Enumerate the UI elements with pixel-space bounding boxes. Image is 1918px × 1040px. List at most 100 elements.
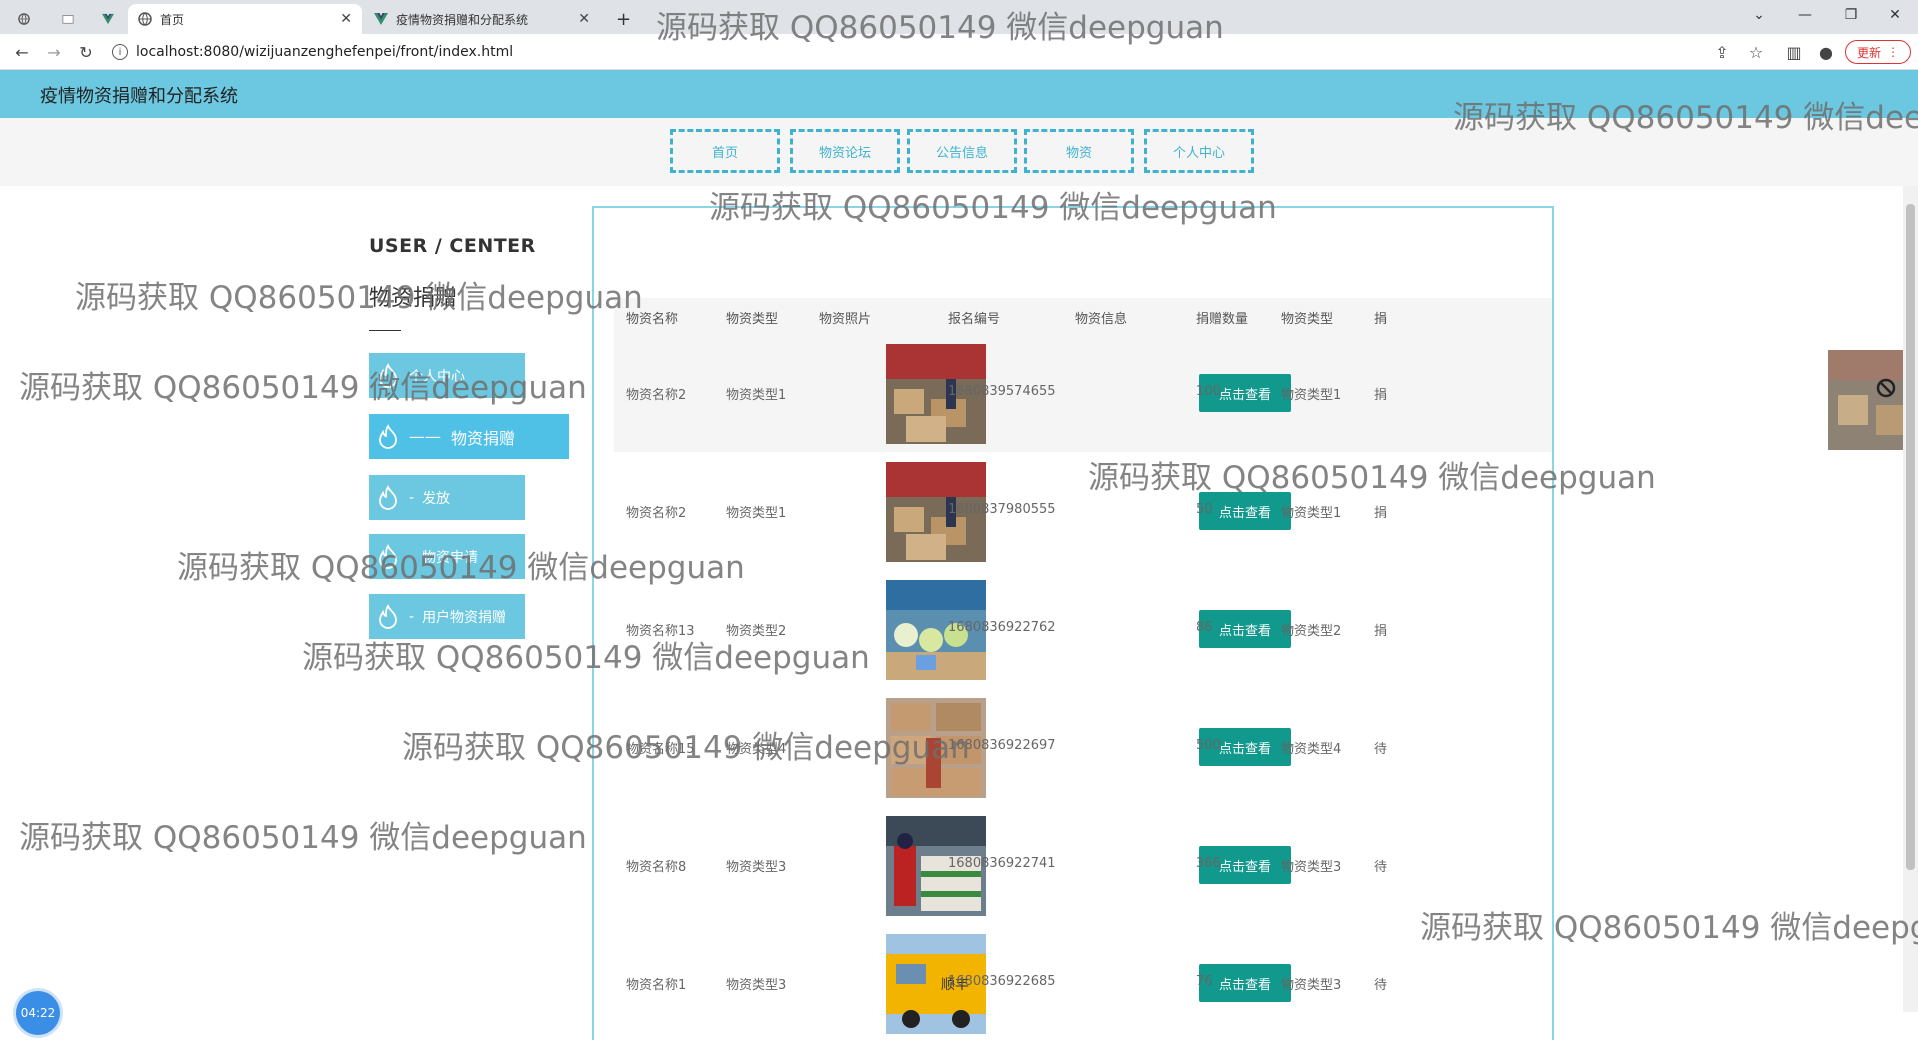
cell-code: 1680836922685	[948, 974, 1056, 989]
nav-supplies[interactable]: 物资	[1024, 129, 1134, 173]
cell-type: 物资类型2	[726, 624, 787, 639]
column-header: 物资信息	[1075, 312, 1128, 327]
cell-code: 1680837980555	[948, 502, 1056, 517]
column-header: 物资名称	[626, 312, 679, 327]
cell-extra: 捐	[1374, 624, 1388, 639]
cell-code: 1680836922762	[948, 620, 1056, 635]
sidebar-item-user-center[interactable]: 个人中心	[369, 353, 525, 398]
url-text: localhost:8080/wizijuanzenghefenpei/fron…	[136, 44, 514, 60]
flame-icon	[379, 543, 397, 569]
globe-icon	[138, 12, 152, 26]
sidebar-item-application[interactable]: - 物资申请	[369, 534, 525, 579]
watermark: 源码获取 QQ86050149 微信deepguan	[75, 280, 643, 316]
forward-arrow-icon[interactable]: →	[42, 40, 66, 64]
table-row: 物资名称13 物资类型2 1680836922762 点击查看 86 物资类型2…	[614, 570, 1552, 688]
address-bar: ← → ↻ i localhost:8080/wizijuanzenghefen…	[0, 34, 1918, 70]
sidebar-item-prefix: -	[409, 608, 415, 625]
view-details-button[interactable]: 点击查看	[1199, 964, 1291, 1002]
cell-extra: 捐	[1374, 506, 1388, 521]
reload-icon[interactable]: ↻	[74, 40, 98, 64]
cell-code: 1680839574655	[948, 384, 1056, 399]
url-field[interactable]: i localhost:8080/wizijuanzenghefenpei/fr…	[112, 39, 1712, 65]
view-details-button[interactable]: 点击查看	[1199, 610, 1291, 648]
browser-tab-strip: 首页 ✕ 疫情物资捐赠和分配系统 ✕ + ⌄ — ❐ ✕	[0, 0, 1918, 34]
divider	[369, 330, 401, 331]
sidebar-item-user-donation[interactable]: - 用户物资捐赠	[369, 594, 525, 639]
nav-forum[interactable]: 物资论坛	[790, 129, 900, 173]
restore-button[interactable]: ❐	[1828, 0, 1874, 30]
column-header: 捐	[1374, 312, 1388, 327]
sidebar-item-label: 物资申请	[422, 549, 479, 566]
site-header: 疫情物资捐赠和分配系统	[0, 70, 1918, 118]
info-icon[interactable]: i	[112, 44, 128, 60]
sidebar-item-prefix: -	[409, 489, 415, 506]
watermark: 源码获取 QQ86050149 微信deepguan	[19, 820, 587, 856]
cell-quantity: 86	[1196, 620, 1213, 635]
cell-type: 物资类型1	[1281, 506, 1342, 521]
profile-icon[interactable]: ●	[1814, 40, 1838, 64]
nav-home[interactable]: 首页	[670, 129, 780, 173]
close-icon[interactable]: ✕	[578, 11, 590, 27]
sidebar-item-prefix: -	[409, 548, 415, 565]
cell-type: 物资类型1	[726, 506, 787, 521]
close-window-button[interactable]: ✕	[1872, 0, 1918, 30]
table-row: 物资名称2 物资类型1 1680839574655 点击查看 100 物资类型1…	[614, 334, 1552, 452]
cell-quantity: 366	[1196, 856, 1221, 871]
cell-type: 物资类型3	[726, 978, 787, 993]
close-icon[interactable]: ✕	[340, 11, 352, 27]
table-row: 物资名称15 物资类型4 1680836922697 点击查看 500 物资类型…	[614, 688, 1552, 806]
page-icon	[62, 15, 74, 24]
sidebar-item-distribute[interactable]: - 发放	[369, 475, 525, 520]
cell-type: 物资类型4	[726, 742, 787, 757]
cell-code: 1680836922697	[948, 738, 1056, 753]
plus-icon: +	[616, 8, 632, 30]
sidebar-item-label: 发放	[422, 490, 451, 507]
tab-pinned-1[interactable]	[8, 4, 48, 34]
cell-type: 物资类型3	[1281, 860, 1342, 875]
flame-icon	[379, 362, 397, 388]
cell-type: 物资类型3	[726, 860, 787, 875]
cell-name: 物资名称2	[626, 506, 687, 521]
new-tab-button[interactable]: +	[606, 4, 646, 34]
sidebar-title: 物资捐赠	[369, 286, 458, 311]
site-title: 疫情物资捐赠和分配系统	[40, 86, 238, 107]
vue-logo-icon	[102, 13, 114, 25]
flame-icon	[379, 484, 397, 510]
tab-home[interactable]: 首页 ✕	[128, 4, 362, 34]
timer-badge[interactable]: 04:22	[16, 991, 60, 1035]
donation-table-panel: 物资名称 物资类型 物资照片 报名编号 物资信息 捐赠数量 物资类型 捐 物资名…	[592, 206, 1554, 1040]
sidebar-item-label: 个人中心	[409, 368, 465, 385]
cell-name: 物资名称13	[626, 624, 695, 639]
flame-icon	[379, 423, 397, 449]
table-header: 物资名称 物资类型 物资照片 报名编号 物资信息 捐赠数量 物资类型 捐	[614, 298, 1552, 334]
sidebar-icon[interactable]: ▥	[1782, 40, 1806, 64]
scrollbar-thumb[interactable]	[1906, 204, 1915, 870]
tab-pinned-vue[interactable]	[92, 4, 132, 34]
tab-pinned-2[interactable]	[52, 4, 92, 34]
page-scrollbar[interactable]	[1903, 186, 1918, 1012]
column-header: 物资照片	[819, 312, 872, 327]
tab-title: 首页	[160, 12, 185, 27]
tab-title: 疫情物资捐赠和分配系统	[396, 12, 529, 27]
sidebar-item-donation[interactable]: —— 物资捐赠	[369, 414, 569, 459]
back-arrow-icon[interactable]: ←	[10, 40, 34, 64]
chevron-down-icon[interactable]: ⌄	[1736, 0, 1782, 30]
view-details-button[interactable]: 点击查看	[1199, 492, 1291, 530]
minimize-button[interactable]: —	[1782, 0, 1828, 30]
cell-quantity: 500	[1196, 738, 1221, 753]
update-button[interactable]: 更新 ⋮	[1845, 40, 1911, 64]
nav-notice[interactable]: 公告信息	[907, 129, 1017, 173]
user-center-heading: USER / CENTER	[369, 235, 536, 257]
column-header: 物资类型	[1281, 312, 1334, 327]
nav-user-center[interactable]: 个人中心	[1144, 129, 1254, 173]
cell-quantity: 100	[1196, 384, 1221, 399]
tab-system[interactable]: 疫情物资捐赠和分配系统 ✕	[364, 4, 600, 34]
share-icon[interactable]: ⇪	[1710, 40, 1734, 64]
star-icon[interactable]: ☆	[1744, 40, 1768, 64]
cell-name: 物资名称1	[626, 978, 687, 993]
cell-extra: 捐	[1374, 388, 1388, 403]
cell-type: 物资类型1	[1281, 388, 1342, 403]
column-header: 物资类型	[726, 312, 779, 327]
globe-icon	[18, 13, 30, 25]
cell-type: 物资类型4	[1281, 742, 1342, 757]
